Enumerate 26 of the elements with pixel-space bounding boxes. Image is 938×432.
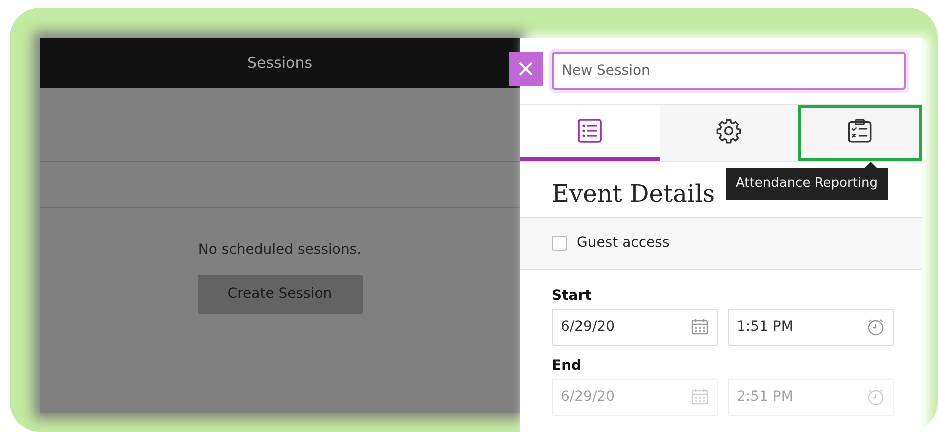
calendar-icon: [691, 388, 709, 406]
field-label: End: [552, 356, 583, 376]
settings-icon: [716, 118, 742, 144]
tab[interactable]: [520, 105, 660, 161]
clock-icon: [867, 388, 885, 406]
panel-title: Sessions: [247, 52, 313, 74]
close-icon: [518, 61, 534, 77]
session-name-field[interactable]: New Session: [552, 52, 906, 90]
list-icon: [578, 119, 602, 143]
date-field[interactable]: 6/29/20: [552, 308, 718, 346]
tab[interactable]: [798, 105, 922, 161]
calendar-icon: [691, 318, 709, 336]
clipboard-checklist-icon: [847, 118, 873, 144]
time-field[interactable]: 1:51 PM: [728, 308, 894, 346]
checkbox[interactable]: [552, 236, 567, 251]
date-field[interactable]: 6/29/20: [552, 378, 718, 416]
close-button[interactable]: [509, 52, 543, 86]
create-session-button[interactable]: Create Session: [198, 275, 362, 314]
section-heading: Event Details: [552, 180, 716, 208]
time-field[interactable]: 2:51 PM: [728, 378, 894, 416]
tooltip: Attendance Reporting: [726, 168, 888, 200]
tab[interactable]: [660, 105, 798, 161]
empty-message: No scheduled sessions.: [198, 242, 362, 258]
clock-icon: [867, 318, 885, 336]
checkbox-label: Guest access: [577, 234, 670, 253]
field-label: Start: [552, 286, 593, 306]
